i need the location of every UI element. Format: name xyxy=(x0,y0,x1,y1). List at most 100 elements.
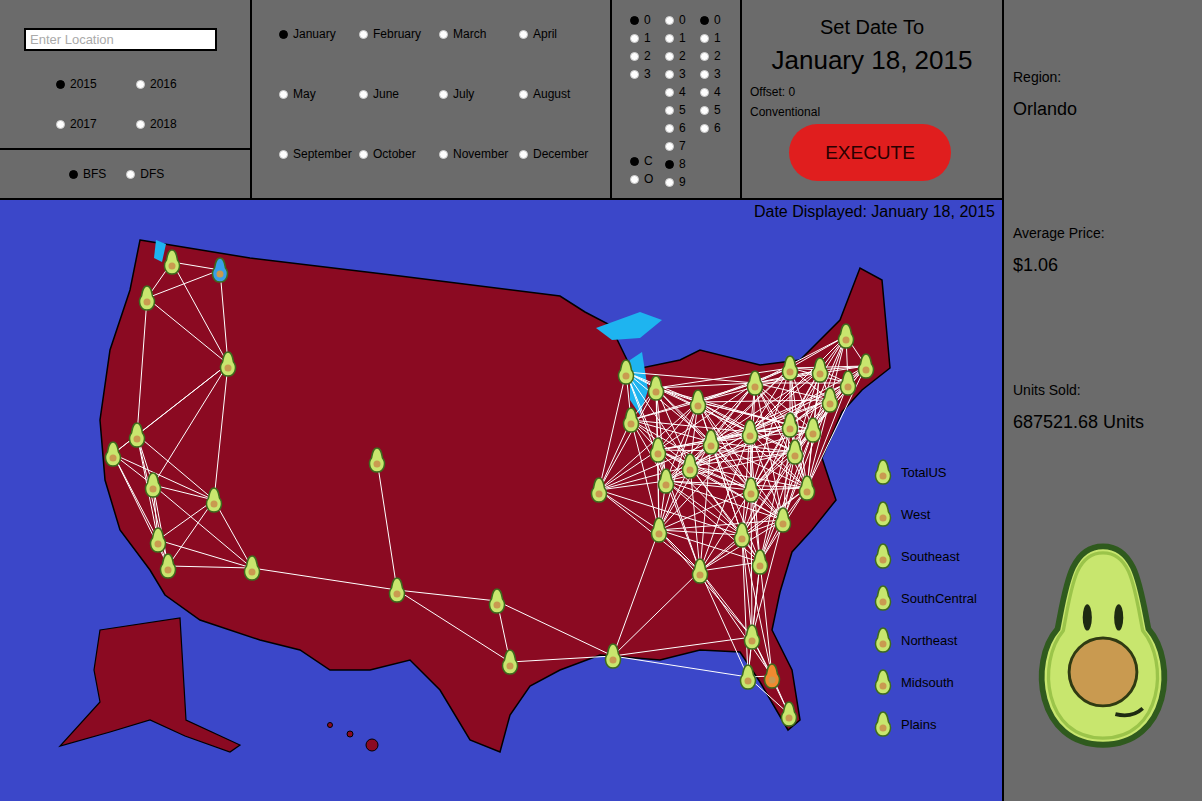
region-pin[interactable] xyxy=(245,556,260,580)
radio-dot[interactable] xyxy=(700,34,709,43)
region-pin[interactable] xyxy=(806,418,821,442)
digit-radio[interactable]: 6 xyxy=(665,119,683,137)
region-pin[interactable] xyxy=(624,408,639,432)
month-radio[interactable]: October xyxy=(359,145,439,163)
region-pin[interactable] xyxy=(221,352,236,376)
region-pin[interactable] xyxy=(490,589,505,613)
region-pin[interactable] xyxy=(743,420,758,444)
radio-dot[interactable] xyxy=(359,90,368,99)
radio-dot[interactable] xyxy=(665,124,674,133)
month-radio[interactable]: November xyxy=(439,145,519,163)
year-radio[interactable]: 2016 xyxy=(136,75,216,93)
radio-dot[interactable] xyxy=(519,150,528,159)
radio-dot[interactable] xyxy=(700,16,709,25)
month-radio[interactable]: January xyxy=(279,25,359,43)
radio-dot[interactable] xyxy=(439,30,448,39)
digit-radio[interactable]: C xyxy=(630,152,648,170)
region-pin[interactable] xyxy=(744,478,759,502)
digit-radio[interactable]: 8 xyxy=(665,155,683,173)
digit-radio[interactable]: O xyxy=(630,170,648,188)
digit-radio[interactable]: 3 xyxy=(665,65,683,83)
radio-dot[interactable] xyxy=(56,120,65,129)
radio-dot[interactable] xyxy=(519,30,528,39)
radio-dot[interactable] xyxy=(700,124,709,133)
radio-dot[interactable] xyxy=(69,170,78,179)
map[interactable]: Date Displayed: January 18, 2015TotalUSW… xyxy=(0,200,1002,801)
region-pin[interactable] xyxy=(151,528,166,552)
radio-dot[interactable] xyxy=(630,34,639,43)
radio-dot[interactable] xyxy=(700,70,709,79)
digit-radio[interactable]: 0 xyxy=(700,11,718,29)
digit-radio[interactable]: 7 xyxy=(665,137,683,155)
us-map[interactable] xyxy=(0,200,1002,799)
region-pin[interactable] xyxy=(651,438,666,462)
region-pin[interactable] xyxy=(782,702,797,726)
month-radio[interactable]: February xyxy=(359,25,439,43)
radio-dot[interactable] xyxy=(665,106,674,115)
region-pin[interactable] xyxy=(823,388,838,412)
region-pin[interactable] xyxy=(606,644,621,668)
digit-radio[interactable]: 2 xyxy=(630,47,648,65)
radio-dot[interactable] xyxy=(665,178,674,187)
radio-dot[interactable] xyxy=(359,30,368,39)
radio-dot[interactable] xyxy=(665,34,674,43)
radio-dot[interactable] xyxy=(630,52,639,61)
radio-dot[interactable] xyxy=(359,150,368,159)
region-pin[interactable] xyxy=(146,473,161,497)
region-pin[interactable] xyxy=(859,354,874,378)
region-pin[interactable] xyxy=(783,413,798,437)
radio-dot[interactable] xyxy=(136,80,145,89)
radio-dot[interactable] xyxy=(665,52,674,61)
digit-radio[interactable]: 9 xyxy=(665,173,683,191)
digit-radio[interactable]: 4 xyxy=(700,83,718,101)
region-pin[interactable] xyxy=(735,523,750,547)
radio-dot[interactable] xyxy=(700,88,709,97)
month-radio[interactable]: September xyxy=(279,145,359,163)
radio-dot[interactable] xyxy=(630,157,639,166)
radio-dot[interactable] xyxy=(279,30,288,39)
radio-dot[interactable] xyxy=(700,106,709,115)
region-pin[interactable] xyxy=(753,550,768,574)
digit-radio[interactable]: 0 xyxy=(630,11,648,29)
digit-radio[interactable]: 1 xyxy=(630,29,648,47)
region-pin[interactable] xyxy=(207,488,222,512)
region-pin[interactable] xyxy=(659,469,674,493)
region-pin[interactable] xyxy=(704,430,719,454)
month-radio[interactable]: August xyxy=(519,85,599,103)
region-pin[interactable] xyxy=(652,518,667,542)
digit-radio[interactable]: 2 xyxy=(665,47,683,65)
month-radio[interactable]: April xyxy=(519,25,599,43)
month-radio[interactable]: June xyxy=(359,85,439,103)
region-pin[interactable] xyxy=(745,625,760,649)
execute-button[interactable]: EXECUTE xyxy=(789,124,951,181)
radio-dot[interactable] xyxy=(630,70,639,79)
region-pin[interactable] xyxy=(130,423,145,447)
region-pin[interactable] xyxy=(693,559,708,583)
digit-radio[interactable]: 3 xyxy=(700,65,718,83)
digit-radio[interactable]: 0 xyxy=(665,11,683,29)
digit-radio[interactable]: 5 xyxy=(665,101,683,119)
region-pin[interactable] xyxy=(813,358,828,382)
radio-dot[interactable] xyxy=(700,52,709,61)
region-pin[interactable] xyxy=(106,442,121,466)
digit-radio[interactable]: 3 xyxy=(630,65,648,83)
region-pin[interactable] xyxy=(783,356,798,380)
month-radio[interactable]: December xyxy=(519,145,599,163)
region-pin[interactable] xyxy=(370,448,385,472)
month-radio[interactable]: July xyxy=(439,85,519,103)
region-pin[interactable] xyxy=(788,440,803,464)
radio-dot[interactable] xyxy=(665,142,674,151)
radio-dot[interactable] xyxy=(519,90,528,99)
radio-dot[interactable] xyxy=(56,80,65,89)
month-radio[interactable]: May xyxy=(279,85,359,103)
digit-radio[interactable]: 1 xyxy=(665,29,683,47)
year-radio[interactable]: 2015 xyxy=(56,75,136,93)
region-pin[interactable] xyxy=(503,650,518,674)
region-pin[interactable] xyxy=(691,390,706,414)
location-input[interactable] xyxy=(24,28,217,51)
region-pin[interactable] xyxy=(748,371,763,395)
radio-dot[interactable] xyxy=(665,70,674,79)
region-pin[interactable] xyxy=(592,478,607,502)
digit-radio[interactable]: 2 xyxy=(700,47,718,65)
search-mode-radio[interactable]: DFS xyxy=(126,165,164,183)
